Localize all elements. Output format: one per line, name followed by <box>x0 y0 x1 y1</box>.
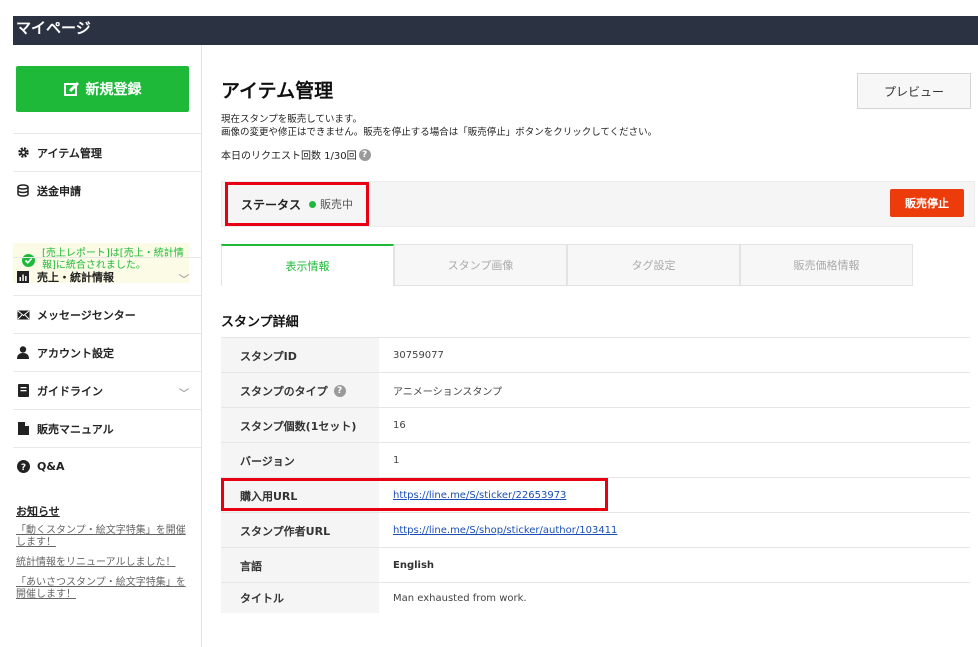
sidebar-item-guidelines[interactable]: ガイドライン ﹀ <box>13 371 201 409</box>
book-icon <box>16 384 30 398</box>
help-icon[interactable]: ? <box>358 148 371 161</box>
help-icon[interactable]: ? <box>333 384 346 397</box>
sidebar: 新規登録 アイテム管理 送金申請 [売上レポート]は[売上・統計情報]に統合され… <box>13 45 202 647</box>
tab-bar: 表示情報 スタンプ画像 タグ設定 販売価格情報 <box>221 244 915 286</box>
row-value: English <box>393 560 435 571</box>
table-row: スタンプ作者URL https://line.me/S/shop/sticker… <box>221 512 970 548</box>
author-url-link[interactable]: https://line.me/S/shop/sticker/author/10… <box>393 525 617 536</box>
chevron-down-icon: ﹀ <box>179 389 189 400</box>
status-highlight: ステータス 販売中 <box>225 182 369 226</box>
bar-chart-icon <box>16 270 30 284</box>
row-key: スタンプID <box>221 338 379 373</box>
tab-sticker-images[interactable]: スタンプ画像 <box>394 244 567 286</box>
status-bar: ステータス 販売中 販売停止 <box>221 181 975 227</box>
question-icon: ? <box>16 460 30 474</box>
request-count: 本日のリクエスト回数 1/30回 ? <box>221 147 371 162</box>
news-link[interactable]: 「動くスタンプ・絵文字特集」を開催します！ <box>16 525 191 549</box>
new-registration-button[interactable]: 新規登録 <box>16 66 189 112</box>
sidebar-item-item-management[interactable]: アイテム管理 <box>13 133 201 171</box>
sidebar-item-account-settings[interactable]: アカウント設定 <box>13 333 201 371</box>
row-value: 30759077 <box>393 350 444 361</box>
status-dot-icon <box>309 200 317 208</box>
row-key: スタンプ個数(1セット) <box>221 408 379 443</box>
page-title: アイテム管理 <box>221 80 334 102</box>
new-registration-label: 新規登録 <box>85 82 142 98</box>
tab-tag-settings[interactable]: タグ設定 <box>567 244 740 286</box>
stop-sales-button[interactable]: 販売停止 <box>890 189 964 217</box>
top-bar: マイページ <box>13 16 978 45</box>
chevron-down-icon: ﹀ <box>179 275 189 286</box>
row-value: 1 <box>393 455 400 466</box>
news-heading[interactable]: お知らせ <box>16 503 60 519</box>
database-icon <box>16 184 30 198</box>
document-icon <box>16 422 30 436</box>
row-key: スタンプのタイプ? <box>221 373 379 408</box>
news-link[interactable]: 統計情報をリニューアルしました！ <box>16 557 191 569</box>
table-row: スタンプ個数(1セット) 16 <box>221 407 970 443</box>
sidebar-item-qa[interactable]: ? Q&A <box>13 447 201 485</box>
sidebar-item-label: 売上・統計情報 <box>37 270 114 284</box>
row-key: バージョン <box>221 443 379 478</box>
row-value: https://line.me/S/shop/sticker/author/10… <box>393 513 617 548</box>
sidebar-item-label: アイテム管理 <box>37 146 102 160</box>
status-description: 現在スタンプを販売しています。 <box>221 114 362 125</box>
tab-price-info[interactable]: 販売価格情報 <box>740 244 913 286</box>
page-header-title: マイページ <box>16 19 91 37</box>
section-title: スタンプ詳細 <box>221 315 299 330</box>
table-row: スタンプID 30759077 <box>221 337 970 373</box>
status-label: ステータス <box>241 197 302 212</box>
sidebar-item-label: 販売マニュアル <box>37 422 114 436</box>
table-row: バージョン 1 <box>221 442 970 478</box>
sidebar-item-sales-statistics[interactable]: 売上・統計情報 ﹀ <box>13 257 201 295</box>
sidebar-item-sales-manual[interactable]: 販売マニュアル <box>13 409 201 447</box>
sidebar-item-label: アカウント設定 <box>37 346 114 360</box>
row-value: 16 <box>393 420 406 431</box>
gear-icon <box>16 146 30 160</box>
sidebar-item-label: 送金申請 <box>37 184 81 198</box>
svg-text:?: ? <box>20 463 25 473</box>
edit-icon <box>63 81 80 97</box>
table-row: タイトル Man exhausted from work. <box>221 582 970 613</box>
sidebar-item-label: メッセージセンター <box>37 308 136 322</box>
url-highlight <box>221 478 608 511</box>
row-value: Man exhausted from work. <box>393 592 527 604</box>
sidebar-item-label: ガイドライン <box>37 384 103 398</box>
row-key: 言語 <box>221 548 379 583</box>
edit-restriction-note: 画像の変更や修正はできません。販売を停止する場合は「販売停止」ボタンをクリックし… <box>221 127 658 138</box>
request-count-text: 本日のリクエスト回数 1/30回 <box>221 151 357 162</box>
sidebar-item-message-center[interactable]: メッセージセンター <box>13 295 201 333</box>
status-value: 販売中 <box>320 198 354 211</box>
mail-icon <box>16 308 30 322</box>
sidebar-item-label: Q&A <box>37 460 65 473</box>
row-value: アニメーションスタンプ <box>393 387 503 398</box>
row-key: スタンプ作者URL <box>221 513 379 548</box>
table-row: スタンプのタイプ? アニメーションスタンプ <box>221 372 970 408</box>
preview-button[interactable]: プレビュー <box>857 73 971 109</box>
table-row: 言語 English <box>221 547 970 583</box>
sidebar-item-remittance[interactable]: 送金申請 <box>13 171 201 209</box>
news-link[interactable]: 「あいさつスタンプ・絵文字特集」を開催します！ <box>16 577 191 601</box>
user-icon <box>16 346 30 360</box>
tab-display-info[interactable]: 表示情報 <box>221 244 394 286</box>
row-key: タイトル <box>221 583 379 613</box>
